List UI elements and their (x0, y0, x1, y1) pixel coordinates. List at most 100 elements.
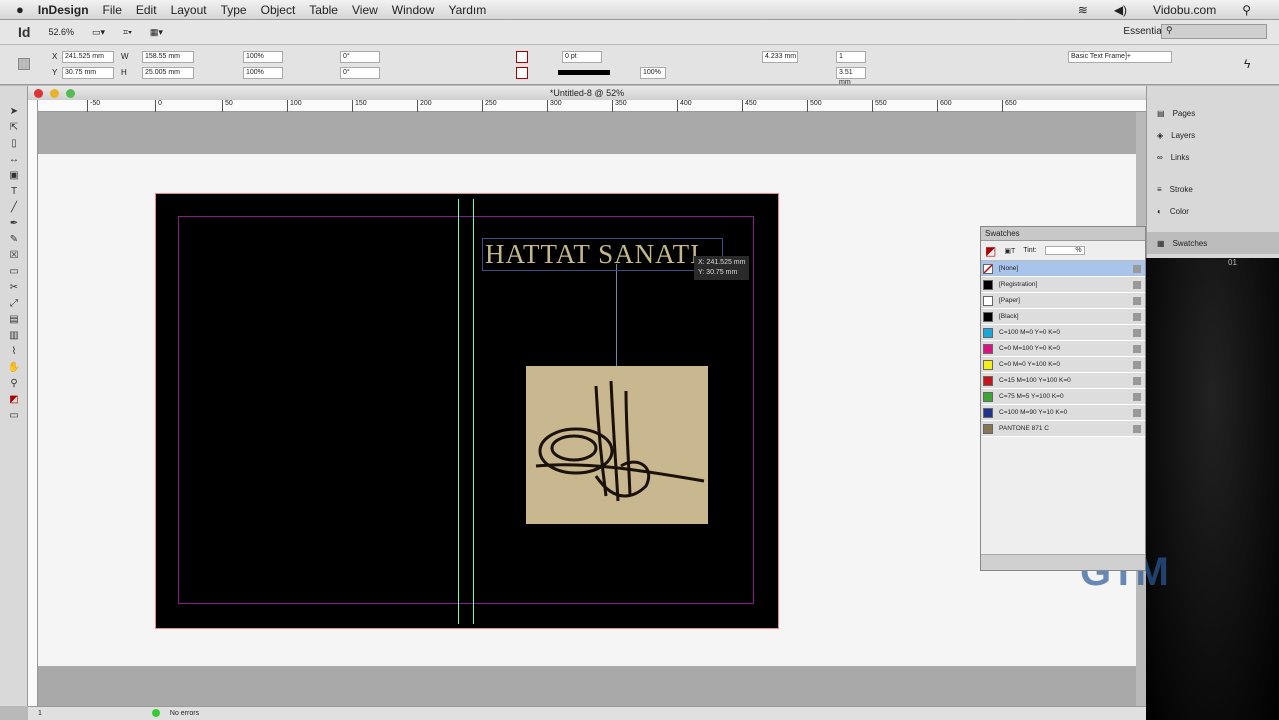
spotlight-icon[interactable]: ⚲ (1242, 3, 1251, 17)
panel-links[interactable]: ∞ Links (1147, 146, 1279, 168)
calligraphy-image-frame[interactable] (526, 366, 708, 524)
swatch-row[interactable]: [Black] (981, 309, 1145, 325)
pencil-tool-icon[interactable]: ✎ (7, 234, 21, 246)
vertical-ruler[interactable] (28, 100, 38, 706)
swatch-row[interactable]: C=100 M=90 Y=10 K=0 (981, 405, 1145, 421)
swatch-row[interactable]: C=15 M=100 Y=100 K=0 (981, 373, 1145, 389)
search-input[interactable]: ⚲ (1161, 24, 1267, 39)
swatch-row[interactable]: C=75 M=5 Y=100 K=0 (981, 389, 1145, 405)
transform-icon[interactable]: ⤢ (7, 298, 21, 310)
menu-object[interactable]: Object (261, 3, 296, 17)
wifi-icon[interactable]: ≋ (1078, 3, 1088, 17)
gradient-icon[interactable]: ▤ (7, 314, 21, 326)
swatch-row[interactable]: C=100 M=0 Y=0 K=0 (981, 325, 1145, 341)
menu-window[interactable]: Window (392, 3, 435, 17)
swatches-icon: ▦ (1157, 238, 1165, 248)
zoom-icon[interactable]: ⚲ (7, 378, 21, 390)
columns-field[interactable]: 1 (836, 51, 866, 63)
layers-icon: ◈ (1157, 130, 1164, 140)
swatch-row[interactable]: [Registration] (981, 277, 1145, 293)
fill-none-icon[interactable] (516, 51, 528, 63)
menu-file[interactable]: File (103, 3, 122, 17)
screen-mode-icon[interactable]: ⌗▾ (123, 27, 132, 38)
preflight-icon (151, 708, 160, 719)
panel-layers[interactable]: ◈ Layers (1147, 124, 1279, 146)
gutter-field[interactable]: 3.51 mm (836, 67, 866, 86)
direct-selection-icon[interactable]: ⇱ (7, 122, 21, 134)
opacity-field[interactable]: 100% (640, 67, 666, 79)
w-field[interactable]: 158.55 mm (142, 51, 194, 63)
apple-icon[interactable]: ● (16, 2, 24, 17)
eyedropper-icon[interactable]: ⌇ (7, 346, 21, 358)
menu-view[interactable]: View (352, 3, 378, 17)
horizontal-ruler[interactable]: -50 0 50 100 150 200 250 300 350 400 450… (38, 100, 1146, 112)
hand-icon[interactable]: ✋ (7, 362, 21, 374)
arrange-documents-icon[interactable]: ▦▾ (150, 27, 163, 38)
fill-stroke-icon[interactable]: ◩ (7, 394, 21, 406)
panel-label: Color (1169, 206, 1189, 216)
stroke-weight-field[interactable]: 0 pt (562, 51, 602, 63)
formatting-icon[interactable]: ▣T (1004, 247, 1015, 255)
swatch-row[interactable]: [None] (981, 261, 1145, 277)
swatch-row[interactable]: PANTONE 871 C (981, 421, 1145, 437)
inset-field[interactable]: 4.233 mm (762, 51, 798, 63)
object-style-select[interactable]: Basic Text Frame]+ (1068, 51, 1172, 63)
panel-swatches[interactable]: ▦ Swatches (1147, 232, 1279, 254)
pages-icon: ▤ (1157, 108, 1165, 118)
scale-x-field[interactable]: 100% (243, 51, 283, 63)
x-field[interactable]: 241.525 mm (62, 51, 114, 63)
menu-app[interactable]: InDesign (38, 3, 89, 17)
minimize-button[interactable] (50, 89, 59, 98)
panel-stroke[interactable]: ≡ Stroke (1147, 178, 1279, 200)
ruler-label: 550 (872, 100, 887, 112)
scale-y-field[interactable]: 100% (243, 67, 283, 79)
gap-tool-icon[interactable]: ↔ (7, 154, 21, 166)
zoom-button[interactable] (66, 89, 75, 98)
selection-tool-icon[interactable]: ➤ (7, 106, 21, 118)
shear-field[interactable]: 0° (340, 67, 380, 79)
panel-color[interactable]: ◐ Color (1147, 200, 1279, 222)
page-field[interactable]: 1 (38, 710, 42, 717)
pen-tool-icon[interactable]: ✒ (7, 218, 21, 230)
tint-field[interactable]: % (1044, 246, 1085, 255)
headline-text-frame[interactable]: HATTAT SANATI (482, 238, 724, 271)
volume-icon[interactable]: ◀) (1114, 3, 1127, 17)
page-tool-icon[interactable]: ▯ (7, 138, 21, 150)
view-options-icon[interactable]: ▭▾ (92, 27, 105, 38)
line-tool-icon[interactable]: ╱ (7, 202, 21, 214)
menu-edit[interactable]: Edit (136, 3, 157, 17)
swatches-tab[interactable]: Swatches (981, 227, 1145, 241)
lightning-icon[interactable]: ϟ (1244, 57, 1250, 71)
swatch-row[interactable]: C=0 M=100 Y=0 K=0 (981, 341, 1145, 357)
menu-type[interactable]: Type (221, 3, 247, 17)
menu-help[interactable]: Yardım (448, 3, 486, 17)
content-collector-icon[interactable]: ▣ (7, 170, 21, 182)
type-tool-icon[interactable]: T (7, 186, 21, 198)
menu-layout[interactable]: Layout (171, 3, 207, 17)
stroke-type-selector[interactable] (558, 70, 610, 75)
scissors-icon[interactable]: ✂ (7, 282, 21, 294)
ruler-label: -50 (87, 100, 100, 112)
document-spread[interactable]: HATTAT SANATI X: 241.525 mm Y: 30.75 mm (155, 193, 779, 629)
zoom-level[interactable]: 52.6% (48, 27, 74, 37)
stroke-none-icon[interactable] (516, 67, 528, 79)
note-icon[interactable]: ▥ (7, 330, 21, 342)
menu-bar: ● InDesign File Edit Layout Type Object … (0, 0, 1279, 20)
column-guide (458, 199, 459, 624)
swatch-row[interactable]: C=0 M=0 Y=100 K=0 (981, 357, 1145, 373)
fill-stroke-swap-icon[interactable]: ◩ (985, 244, 996, 258)
reference-point-icon[interactable] (18, 58, 30, 70)
preflight-status[interactable]: No errors (170, 710, 199, 717)
close-button[interactable] (34, 89, 43, 98)
ruler-label: 400 (677, 100, 692, 112)
h-field[interactable]: 25.005 mm (142, 67, 194, 79)
rotate-field[interactable]: 0° (340, 51, 380, 63)
view-mode-icon[interactable]: ▭ (7, 410, 21, 422)
y-field[interactable]: 30.75 mm (62, 67, 114, 79)
swatch-row[interactable]: [Paper] (981, 293, 1145, 309)
y-label: Y (52, 68, 58, 77)
rect-frame-icon[interactable]: ☒ (7, 250, 21, 262)
menu-table[interactable]: Table (309, 3, 338, 17)
rect-tool-icon[interactable]: ▭ (7, 266, 21, 278)
panel-pages[interactable]: ▤ Pages (1147, 102, 1279, 124)
